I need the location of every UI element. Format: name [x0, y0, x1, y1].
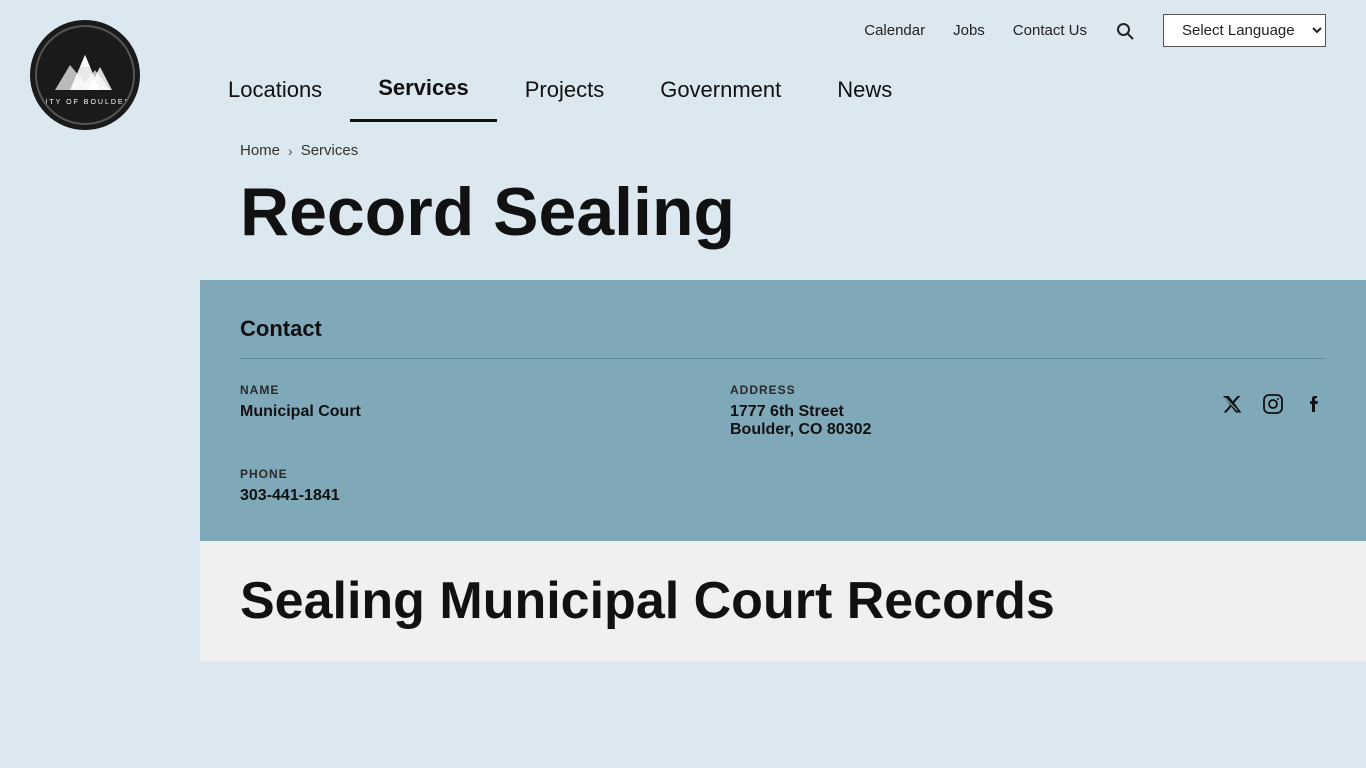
twitter-icon	[1220, 393, 1242, 415]
social-icons	[1220, 383, 1326, 421]
facebook-link[interactable]	[1304, 393, 1326, 421]
logo-circle[interactable]: CITY OF BOULDER	[30, 20, 140, 130]
contact-address-field: ADDRESS 1777 6th Street Boulder, CO 8030…	[730, 383, 1200, 439]
language-select[interactable]: Select Language	[1163, 14, 1326, 47]
instagram-link[interactable]	[1262, 393, 1284, 421]
breadcrumb: Home › Services	[240, 142, 1326, 159]
mountain-icon	[50, 45, 120, 95]
contact-card: Contact NAME Municipal Court ADDRESS 177…	[200, 280, 1366, 541]
contact-divider	[240, 358, 1326, 359]
nav-news[interactable]: News	[809, 59, 920, 121]
contact-section-title: Contact	[240, 316, 1326, 342]
phone-label: PHONE	[240, 467, 1326, 481]
facebook-icon	[1304, 393, 1326, 415]
nav-services[interactable]: Services	[350, 57, 497, 122]
address-value: 1777 6th Street Boulder, CO 80302	[730, 403, 1200, 439]
logo-text: CITY OF BOULDER	[38, 99, 131, 106]
name-label: NAME	[240, 383, 710, 397]
calendar-link[interactable]: Calendar	[864, 22, 925, 39]
bottom-partial-title: Sealing Municipal Court Records	[240, 571, 1326, 631]
address-line2: Boulder, CO 80302	[730, 421, 1200, 439]
header: Calendar Jobs Contact Us Select Language…	[0, 0, 1366, 122]
name-value: Municipal Court	[240, 403, 710, 421]
instagram-icon	[1262, 393, 1284, 415]
main-content: Home › Services Record Sealing Contact N…	[0, 122, 1366, 661]
address-label: ADDRESS	[730, 383, 1200, 397]
search-button[interactable]	[1115, 21, 1135, 41]
address-line1: 1777 6th Street	[730, 403, 1200, 421]
logo-inner: CITY OF BOULDER	[35, 25, 135, 125]
content-area: Home › Services Record Sealing	[200, 122, 1366, 250]
logo-container[interactable]: CITY OF BOULDER	[30, 20, 140, 130]
page-title: Record Sealing	[240, 175, 1326, 250]
breadcrumb-home[interactable]: Home	[240, 142, 280, 159]
nav-bar: Locations Services Projects Government N…	[0, 57, 1366, 122]
contact-grid: NAME Municipal Court ADDRESS 1777 6th St…	[240, 383, 1326, 439]
breadcrumb-current: Services	[301, 142, 359, 159]
nav-government[interactable]: Government	[632, 59, 809, 121]
bottom-section: Sealing Municipal Court Records	[200, 541, 1366, 661]
breadcrumb-separator: ›	[288, 143, 293, 159]
contact-phone-field: PHONE 303-441-1841	[240, 467, 1326, 505]
jobs-link[interactable]: Jobs	[953, 22, 985, 39]
search-icon	[1115, 21, 1135, 41]
top-bar: Calendar Jobs Contact Us Select Language	[0, 0, 1366, 57]
nav-projects[interactable]: Projects	[497, 59, 632, 121]
contact-name-field: NAME Municipal Court	[240, 383, 710, 421]
contact-us-link[interactable]: Contact Us	[1013, 22, 1087, 39]
twitter-link[interactable]	[1220, 393, 1242, 421]
phone-value: 303-441-1841	[240, 487, 1326, 505]
nav-locations[interactable]: Locations	[200, 59, 350, 121]
